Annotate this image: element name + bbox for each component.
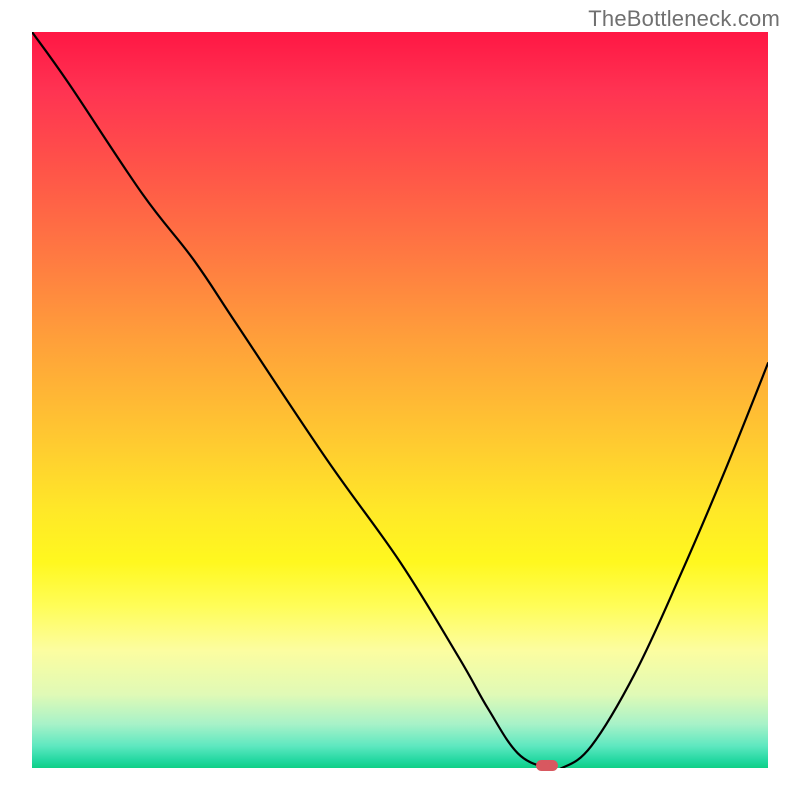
optimal-marker: [536, 760, 558, 771]
bottleneck-curve: [32, 32, 768, 768]
curve-layer: [32, 32, 768, 768]
watermark-text: TheBottleneck.com: [588, 6, 780, 32]
